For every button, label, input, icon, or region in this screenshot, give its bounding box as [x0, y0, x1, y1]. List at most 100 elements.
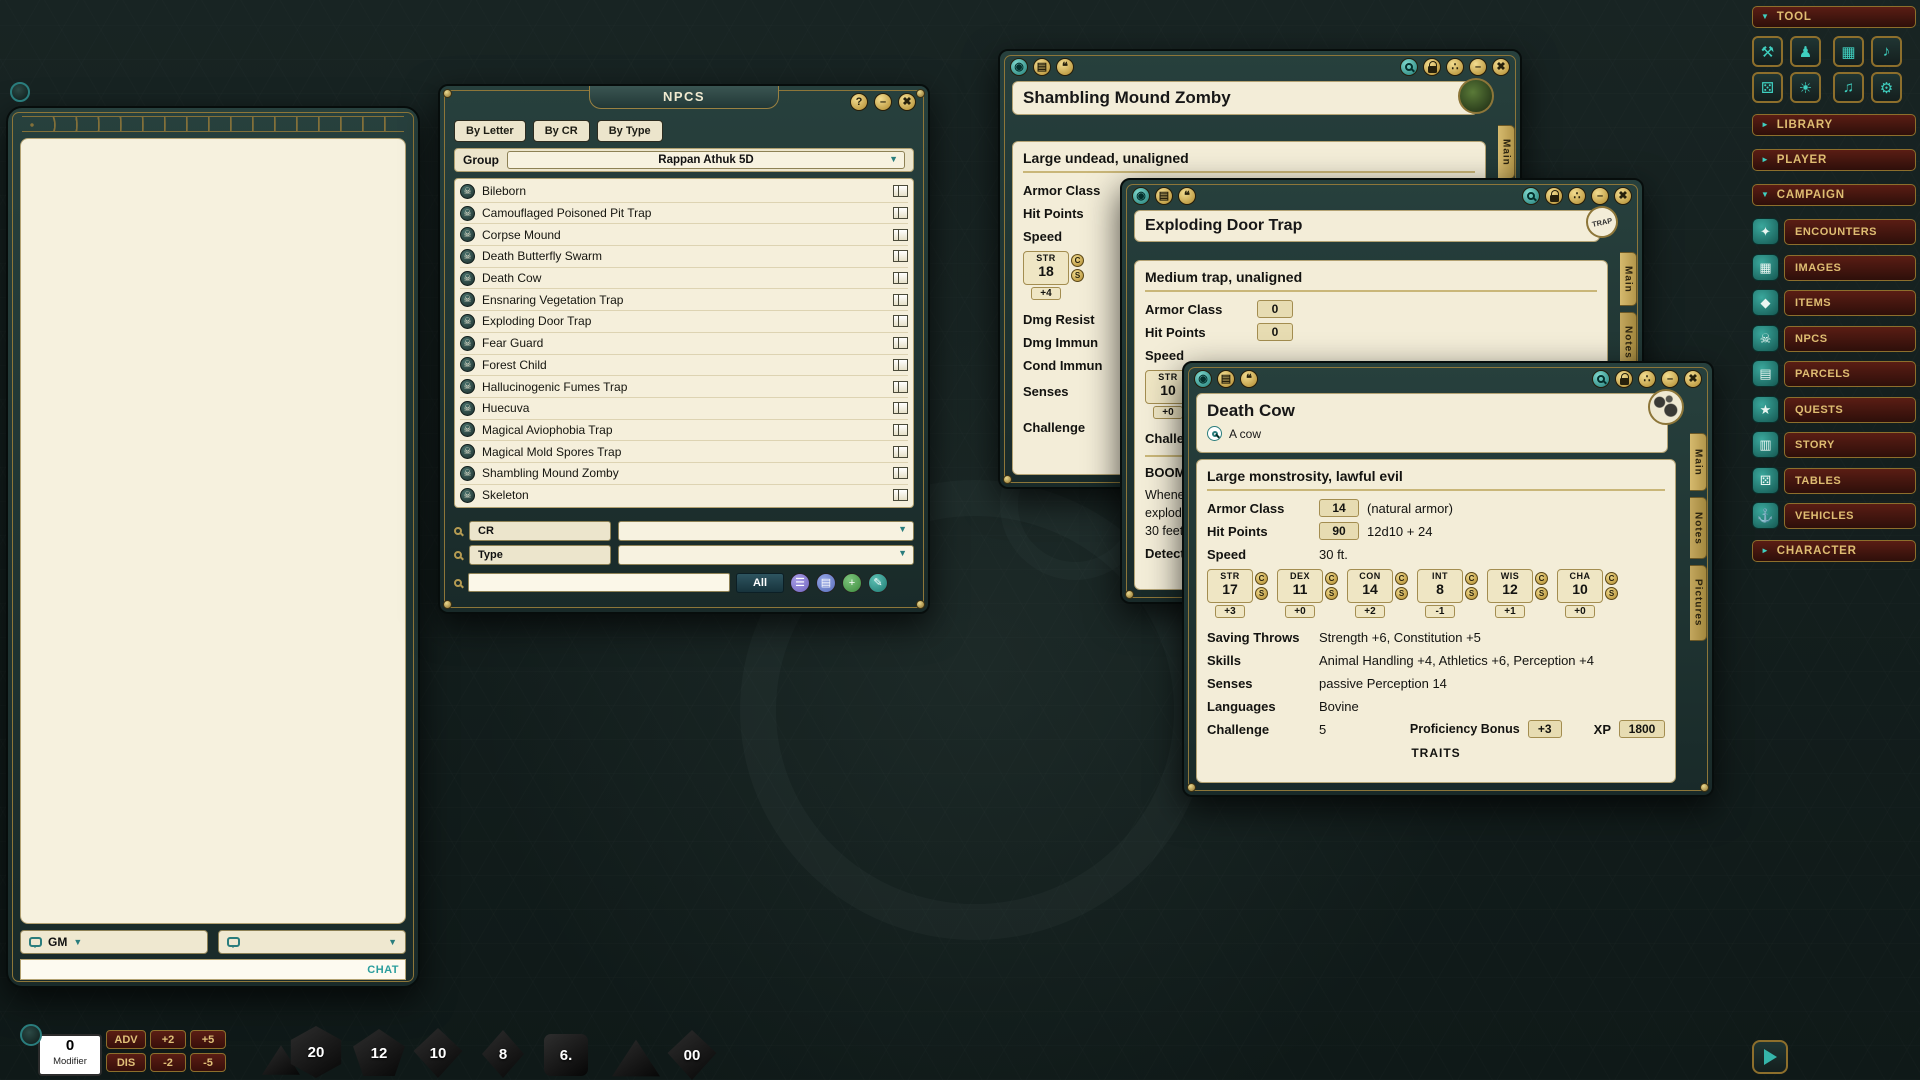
- lock-icon[interactable]: [1545, 187, 1563, 205]
- save-roll-button[interactable]: S: [1395, 587, 1408, 600]
- d10-die[interactable]: 10: [412, 1028, 464, 1078]
- minimize-icon[interactable]: –: [1591, 187, 1609, 205]
- parcels-icon[interactable]: ▤: [1752, 360, 1779, 387]
- ability-score-box[interactable]: INT8: [1417, 569, 1463, 603]
- d12-die[interactable]: 12: [352, 1028, 406, 1078]
- save-roll-button[interactable]: S: [1325, 587, 1338, 600]
- check-roll-button[interactable]: C: [1255, 572, 1268, 585]
- npc-list-item[interactable]: ☠Death Cow: [460, 268, 908, 290]
- minus2-button[interactable]: -2: [150, 1053, 186, 1072]
- minimize-icon[interactable]: –: [1661, 370, 1679, 388]
- npc-list-item[interactable]: ☠Magical Aviophobia Trap: [460, 420, 908, 442]
- ability-score-box[interactable]: DEX11: [1277, 569, 1323, 603]
- npc-list-item[interactable]: ☠Fear Guard: [460, 333, 908, 355]
- sidebar-item-images[interactable]: IMAGES: [1784, 255, 1916, 281]
- type-filter-dropdown[interactable]: ▼: [618, 545, 914, 565]
- tab-by-cr[interactable]: By CR: [533, 120, 590, 142]
- character-section-header[interactable]: ► CHARACTER: [1752, 540, 1916, 562]
- tab-by-type[interactable]: By Type: [597, 120, 663, 142]
- save-roll-button[interactable]: S: [1255, 587, 1268, 600]
- open-record-icon[interactable]: [893, 381, 908, 393]
- window-titlebar[interactable]: ◉ ▤ ❝ ∴ – ✖: [1194, 368, 1702, 390]
- check-roll-button[interactable]: C: [1465, 572, 1478, 585]
- portrait-button[interactable]: [1648, 389, 1684, 425]
- ability-mod-button[interactable]: +0: [1565, 605, 1595, 618]
- tool-section-header[interactable]: ▼ TOOL: [1752, 6, 1916, 28]
- d100-die[interactable]: 00: [666, 1030, 718, 1080]
- ability-mod-button[interactable]: +1: [1495, 605, 1525, 618]
- open-record-icon[interactable]: [893, 489, 908, 501]
- minimize-icon[interactable]: –: [874, 93, 892, 111]
- sidebar-item-npcs[interactable]: NPCS: [1784, 326, 1916, 352]
- window-titlebar[interactable]: ◉ ▤ ❝ ∴ – ✖: [1010, 56, 1510, 78]
- window-titlebar[interactable]: ◉ ▤ ❝ ∴ – ✖: [1132, 185, 1632, 207]
- d6-die[interactable]: 6.: [544, 1034, 588, 1076]
- tab-notes[interactable]: Notes: [1690, 497, 1707, 559]
- npc-search-input[interactable]: [468, 573, 730, 592]
- ability-mod-button[interactable]: +0: [1153, 406, 1183, 419]
- save-roll-button[interactable]: S: [1465, 587, 1478, 600]
- tables-icon[interactable]: ⚄: [1752, 467, 1779, 494]
- ac-value[interactable]: 14: [1319, 499, 1359, 517]
- ability-mod-button[interactable]: +2: [1355, 605, 1385, 618]
- edit-list-button[interactable]: ✎: [868, 573, 888, 593]
- cr-filter-dropdown[interactable]: ▼: [618, 521, 914, 541]
- story-icon[interactable]: ▥: [1752, 431, 1779, 458]
- plus2-button[interactable]: +2: [150, 1030, 186, 1049]
- check-roll-button[interactable]: C: [1605, 572, 1618, 585]
- minus5-button[interactable]: -5: [190, 1053, 226, 1072]
- npc-list-item[interactable]: ☠Death Butterfly Swarm: [460, 246, 908, 268]
- save-roll-button[interactable]: S: [1605, 587, 1618, 600]
- npc-list-item[interactable]: ☠Exploding Door Trap: [460, 311, 908, 333]
- proficiency-bonus-value[interactable]: +3: [1528, 720, 1562, 738]
- tab-by-letter[interactable]: By Letter: [454, 120, 526, 142]
- open-record-icon[interactable]: [893, 424, 908, 436]
- book-icon[interactable]: ▤: [1217, 370, 1235, 388]
- close-icon[interactable]: ✖: [898, 93, 916, 111]
- modifier-stack-icon[interactable]: [20, 1024, 42, 1046]
- tool-sound-icon[interactable]: ♫: [1833, 72, 1864, 103]
- ability-score-box[interactable]: CON14: [1347, 569, 1393, 603]
- eye-icon[interactable]: ◉: [1132, 187, 1150, 205]
- npc-list-item[interactable]: ☠Shambling Mound Zomby: [460, 463, 908, 485]
- sidebar-item-items[interactable]: ITEMS: [1784, 290, 1916, 316]
- category-button[interactable]: ▤: [816, 573, 836, 593]
- modifier-box[interactable]: 0 Modifier: [38, 1034, 102, 1076]
- chat-input[interactable]: [27, 963, 367, 977]
- book-icon[interactable]: ▤: [1033, 58, 1051, 76]
- open-record-icon[interactable]: [893, 467, 908, 479]
- open-record-icon[interactable]: [893, 446, 908, 458]
- save-roll-button[interactable]: S: [1071, 269, 1084, 282]
- close-icon[interactable]: ✖: [1684, 370, 1702, 388]
- record-title[interactable]: Death Cow: [1207, 398, 1657, 424]
- help-icon[interactable]: ?: [850, 93, 868, 111]
- open-record-icon[interactable]: [893, 250, 908, 262]
- sidebar-item-parcels[interactable]: PARCELS: [1784, 361, 1916, 387]
- npc-list-item[interactable]: ☠Magical Mold Spores Trap: [460, 441, 908, 463]
- play-button[interactable]: [1752, 1040, 1788, 1074]
- hp-value[interactable]: 90: [1319, 522, 1359, 540]
- zoom-icon[interactable]: [1400, 58, 1418, 76]
- menu-button[interactable]: ☰: [790, 573, 810, 593]
- record-title[interactable]: Exploding Door Trap: [1145, 217, 1302, 235]
- open-record-icon[interactable]: [893, 207, 908, 219]
- zoom-icon[interactable]: [1522, 187, 1540, 205]
- book-icon[interactable]: ▤: [1155, 187, 1173, 205]
- tool-calendar-icon[interactable]: ▦: [1833, 36, 1864, 67]
- chat-log[interactable]: [20, 138, 406, 924]
- plus5-button[interactable]: +5: [190, 1030, 226, 1049]
- save-roll-button[interactable]: S: [1535, 587, 1548, 600]
- chat-window-token-icon[interactable]: [10, 82, 30, 102]
- share-icon[interactable]: ∴: [1638, 370, 1656, 388]
- open-record-icon[interactable]: [893, 185, 908, 197]
- ability-score-box[interactable]: WIS12: [1487, 569, 1533, 603]
- all-filter-button[interactable]: All: [736, 573, 784, 593]
- npc-list-item[interactable]: ☠Forest Child: [460, 355, 908, 377]
- vehicles-icon[interactable]: ⚓: [1752, 502, 1779, 529]
- close-icon[interactable]: ✖: [1492, 58, 1510, 76]
- dis-button[interactable]: DIS: [106, 1053, 146, 1072]
- tool-party-icon[interactable]: ♟: [1790, 36, 1821, 67]
- chat-output-icon[interactable]: ❝: [1056, 58, 1074, 76]
- sidebar-item-vehicles[interactable]: VEHICLES: [1784, 503, 1916, 529]
- quests-icon[interactable]: ★: [1752, 396, 1779, 423]
